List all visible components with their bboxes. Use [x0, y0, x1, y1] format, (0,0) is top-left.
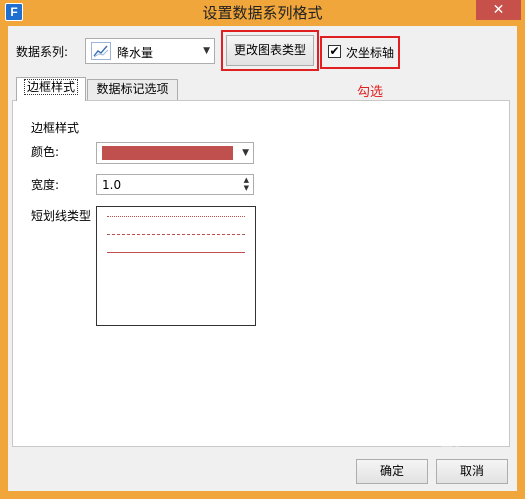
dialog-window: F 设置数据系列格式 ✕ 数据系列: 降水量 ▼ 更改图表类型 ✔ 次坐标轴 勾…	[0, 0, 525, 499]
chevron-down-icon[interactable]: ▼	[242, 148, 249, 158]
secondary-axis-checkbox[interactable]: ✔	[328, 45, 341, 58]
chevron-down-icon[interactable]: ▼	[203, 46, 210, 56]
dash-type-label: 短划线类型	[31, 209, 92, 223]
section-title: 边框样式	[31, 121, 80, 135]
dash-type-list[interactable]	[96, 206, 256, 326]
dialog-title: 设置数据系列格式	[202, 4, 323, 22]
change-chart-type-button[interactable]: 更改图表类型	[226, 35, 314, 66]
series-label: 数据系列:	[16, 45, 69, 59]
dash-option-dotted[interactable]	[107, 216, 245, 217]
ok-button[interactable]: 确定	[356, 459, 428, 484]
color-picker[interactable]: ▼	[96, 142, 254, 164]
watermark: Baidu 经验	[380, 429, 472, 449]
tab-marker-options[interactable]: 数据标记选项	[87, 79, 178, 100]
secondary-axis-label[interactable]: 次坐标轴	[346, 44, 394, 61]
spin-arrows-icon[interactable]: ▲ ▼	[244, 176, 249, 192]
annotation-note: 勾选	[357, 85, 384, 100]
series-select[interactable]: 降水量 ▼	[85, 38, 215, 64]
series-selected-value: 降水量	[117, 46, 154, 60]
cancel-button[interactable]: 取消	[436, 459, 508, 484]
close-button[interactable]: ✕	[476, 0, 521, 20]
width-stepper[interactable]: 1.0 ▲ ▼	[96, 174, 254, 195]
tab-border-style[interactable]: 边框样式	[16, 77, 86, 101]
width-value: 1.0	[102, 178, 122, 192]
line-chart-icon	[91, 42, 111, 60]
color-label: 颜色:	[31, 145, 60, 159]
title-bar: F 设置数据系列格式 ✕	[0, 0, 525, 26]
width-label: 宽度:	[31, 178, 60, 192]
tab-border-style-label: 边框样式	[23, 79, 78, 95]
tab-panel	[12, 100, 510, 447]
color-swatch	[102, 146, 233, 160]
dash-option-dashed[interactable]	[107, 234, 245, 235]
dash-option-solid[interactable]	[107, 252, 245, 253]
dialog-body: 数据系列: 降水量 ▼ 更改图表类型 ✔ 次坐标轴 勾选 边框样式 数据标记选项…	[8, 26, 517, 491]
